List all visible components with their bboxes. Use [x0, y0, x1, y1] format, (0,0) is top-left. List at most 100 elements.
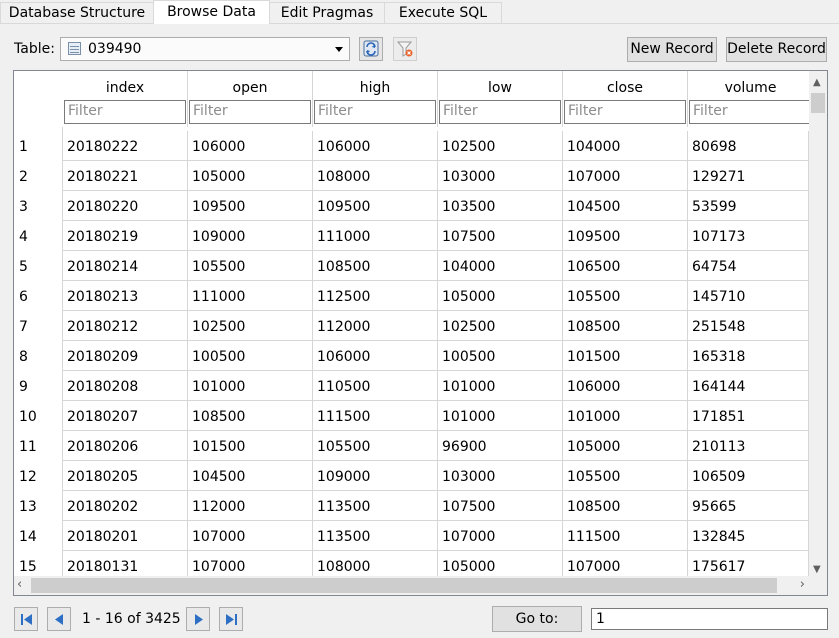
table-row[interactable]: 15 20180131 107000 108000 105000 107000 175617 — [14, 551, 809, 577]
table-row[interactable]: 12 20180205 104500 109000 103000 105500 106509 — [14, 461, 809, 491]
table-cell-open[interactable]: 107000 — [188, 521, 313, 551]
table-cell-open[interactable]: 109500 — [188, 191, 313, 221]
table-cell-open[interactable]: 104500 — [188, 461, 313, 491]
row-number[interactable]: 6 — [19, 289, 28, 305]
table-cell-high[interactable]: 113500 — [313, 521, 438, 551]
table-cell-open[interactable]: 111000 — [188, 281, 313, 311]
table-cell-close[interactable]: 105500 — [563, 461, 688, 491]
first-page-button[interactable] — [14, 607, 38, 631]
table-cell-open[interactable]: 102500 — [188, 311, 313, 341]
table-cell-high[interactable]: 108000 — [313, 551, 438, 577]
table-row[interactable]: 13 20180202 112000 113500 107500 108500 95665 — [14, 491, 809, 521]
row-number[interactable]: 12 — [19, 469, 37, 485]
next-page-button[interactable] — [186, 607, 210, 631]
column-header-open[interactable]: open Filter — [188, 71, 313, 127]
column-header-index[interactable]: index Filter — [63, 71, 188, 127]
table-cell-volume[interactable]: 210113 — [688, 431, 809, 461]
table-cell-volume[interactable]: 95665 — [688, 491, 809, 521]
table-cell-volume[interactable]: 64754 — [688, 251, 809, 281]
table-cell-open[interactable]: 112000 — [188, 491, 313, 521]
table-cell-volume[interactable]: 129271 — [688, 161, 809, 191]
table-cell-high[interactable]: 112500 — [313, 281, 438, 311]
table-cell-low[interactable]: 100500 — [438, 341, 563, 371]
table-cell-low[interactable]: 102500 — [438, 131, 563, 161]
row-number[interactable]: 10 — [19, 409, 37, 425]
table-cell-low[interactable]: 96900 — [438, 431, 563, 461]
table-cell-high[interactable]: 111000 — [313, 221, 438, 251]
table-cell-index[interactable]: 20180213 — [63, 281, 188, 311]
table-cell-high[interactable]: 110500 — [313, 371, 438, 401]
table-cell-open[interactable]: 105000 — [188, 161, 313, 191]
scroll-up-icon[interactable]: ▲ — [813, 77, 821, 88]
table-row[interactable]: 11 20180206 101500 105500 96900 105000 210113 — [14, 431, 809, 461]
table-cell-high[interactable]: 108500 — [313, 251, 438, 281]
table-cell-open[interactable]: 106000 — [188, 131, 313, 161]
delete-record-button[interactable]: Delete Record — [726, 37, 827, 62]
table-cell-volume[interactable]: 171851 — [688, 401, 809, 431]
table-cell-open[interactable]: 100500 — [188, 341, 313, 371]
table-cell-close[interactable]: 101000 — [563, 401, 688, 431]
table-cell-high[interactable]: 112000 — [313, 311, 438, 341]
table-row[interactable]: 4 20180219 109000 111000 107500 109500 107173 — [14, 221, 809, 251]
table-cell-index[interactable]: 20180209 — [63, 341, 188, 371]
table-cell-volume[interactable]: 107173 — [688, 221, 809, 251]
table-cell-open[interactable]: 107000 — [188, 551, 313, 577]
table-cell-close[interactable]: 108500 — [563, 311, 688, 341]
table-cell-low[interactable]: 103000 — [438, 461, 563, 491]
table-row[interactable]: 7 20180212 102500 112000 102500 108500 251548 — [14, 311, 809, 341]
table-cell-index[interactable]: 20180219 — [63, 221, 188, 251]
table-cell-open[interactable]: 109000 — [188, 221, 313, 251]
column-header-low[interactable]: low Filter — [438, 71, 563, 127]
table-cell-high[interactable]: 113500 — [313, 491, 438, 521]
row-number[interactable]: 13 — [19, 499, 37, 515]
column-header-volume[interactable]: volume Filter — [688, 71, 813, 127]
row-number[interactable]: 3 — [19, 199, 28, 215]
table-cell-index[interactable]: 20180205 — [63, 461, 188, 491]
row-number[interactable]: 5 — [19, 259, 28, 275]
row-number[interactable]: 8 — [19, 349, 28, 365]
table-cell-low[interactable]: 107000 — [438, 521, 563, 551]
table-cell-low[interactable]: 101000 — [438, 371, 563, 401]
table-cell-index[interactable]: 20180214 — [63, 251, 188, 281]
table-cell-open[interactable]: 101500 — [188, 431, 313, 461]
table-row[interactable]: 10 20180207 108500 111500 101000 101000 171851 — [14, 401, 809, 431]
scroll-right-icon[interactable]: › — [800, 577, 805, 592]
table-cell-close[interactable]: 105500 — [563, 281, 688, 311]
table-cell-close[interactable]: 101500 — [563, 341, 688, 371]
table-cell-low[interactable]: 104000 — [438, 251, 563, 281]
table-cell-low[interactable]: 107500 — [438, 221, 563, 251]
data-grid[interactable]: index Filter open Filter high Filter low… — [13, 70, 828, 596]
table-cell-close[interactable]: 106000 — [563, 371, 688, 401]
table-cell-open[interactable]: 108500 — [188, 401, 313, 431]
row-number[interactable]: 14 — [19, 529, 37, 545]
tab-database-structure[interactable]: Database Structure — [0, 2, 154, 23]
last-page-button[interactable] — [219, 607, 243, 631]
table-cell-index[interactable]: 20180207 — [63, 401, 188, 431]
table-row[interactable]: 5 20180214 105500 108500 104000 106500 64754 — [14, 251, 809, 281]
table-cell-high[interactable]: 109500 — [313, 191, 438, 221]
table-row[interactable]: 9 20180208 101000 110500 101000 106000 164144 — [14, 371, 809, 401]
goto-button[interactable]: Go to: — [492, 606, 582, 632]
row-number[interactable]: 15 — [19, 559, 37, 575]
filter-input-open[interactable]: Filter — [189, 100, 311, 124]
table-cell-close[interactable]: 108500 — [563, 491, 688, 521]
table-cell-volume[interactable]: 145710 — [688, 281, 809, 311]
column-header-high[interactable]: high Filter — [313, 71, 438, 127]
goto-input[interactable]: 1 — [591, 608, 828, 630]
table-cell-index[interactable]: 20180212 — [63, 311, 188, 341]
table-cell-volume[interactable]: 80698 — [688, 131, 809, 161]
table-cell-high[interactable]: 105500 — [313, 431, 438, 461]
prev-page-button[interactable] — [47, 607, 71, 631]
table-cell-low[interactable]: 105000 — [438, 551, 563, 577]
vertical-scrollbar[interactable]: ▲ ▼ — [809, 71, 827, 577]
table-cell-open[interactable]: 105500 — [188, 251, 313, 281]
horizontal-scrollbar[interactable]: ‹ › — [14, 576, 809, 595]
table-cell-high[interactable]: 108000 — [313, 161, 438, 191]
table-cell-high[interactable]: 106000 — [313, 131, 438, 161]
table-cell-volume[interactable]: 132845 — [688, 521, 809, 551]
table-cell-index[interactable]: 20180202 — [63, 491, 188, 521]
table-row[interactable]: 2 20180221 105000 108000 103000 107000 129271 — [14, 161, 809, 191]
table-cell-volume[interactable]: 164144 — [688, 371, 809, 401]
filter-input-high[interactable]: Filter — [314, 100, 436, 124]
table-cell-index[interactable]: 20180206 — [63, 431, 188, 461]
